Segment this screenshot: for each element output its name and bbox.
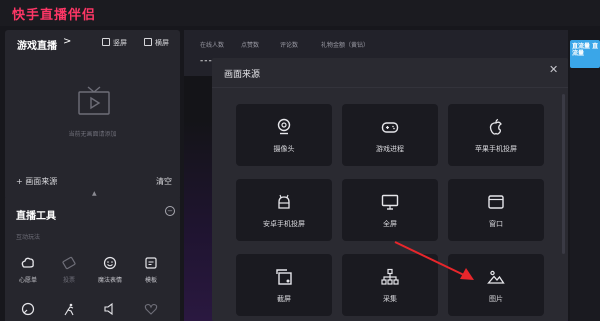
source-label: 图片 — [489, 295, 503, 303]
android-icon — [278, 194, 290, 209]
tool-wishlist[interactable]: 心愿单 — [10, 256, 46, 288]
tool-speaker[interactable] — [92, 302, 128, 321]
title-bar: 快手直播伴侣 — [0, 0, 600, 26]
runner-icon — [64, 303, 74, 316]
landscape-icon — [144, 38, 152, 46]
ticket-icon — [62, 256, 76, 270]
chevron-right-icon[interactable]: > — [63, 36, 71, 47]
source-tile-fullscreen[interactable]: 全屏 — [342, 179, 438, 241]
source-label: 游戏进程 — [376, 145, 404, 153]
source-dialog: 画面来源 ✕ 摄像头 游戏进程 苹果手机投屏 安卓手机投屏 全屏 窗口 截屏 采… — [212, 58, 568, 321]
collapse-up-icon[interactable]: ▲ — [92, 190, 97, 197]
landscape-label: 横屏 — [155, 39, 169, 47]
source-label: 窗口 — [489, 220, 503, 228]
live-panel: 游戏直播 > 竖屏 横屏 当前无画面请添加 + 画面来源 清空 ▲ — [5, 30, 180, 200]
live-mode-selector[interactable]: 游戏直播 — [17, 37, 57, 52]
add-source-button[interactable]: + 画面来源 — [16, 176, 57, 187]
app-window: 快手直播伴侣 游戏直播 > 竖屏 横屏 当前无画面请添加 + 画面来源 清空 ▲… — [0, 0, 600, 321]
image-icon — [487, 270, 505, 284]
source-tile-game[interactable]: 游戏进程 — [342, 104, 438, 166]
gamepad-icon — [381, 122, 399, 133]
gift-cloud-icon — [21, 257, 34, 268]
window-icon — [488, 195, 504, 209]
tool-runner[interactable] — [51, 302, 87, 321]
promo-banner[interactable]: 直流量 直流量 — [570, 40, 600, 68]
tool-label: 模板 — [144, 277, 157, 284]
source-tile-camera[interactable]: 摄像头 — [236, 104, 332, 166]
live-tools-panel: 直播工具 − 互动玩法 心愿单 投票 魔法表情 模板 — [5, 198, 180, 321]
right-sidebar — [570, 70, 600, 321]
portrait-label: 竖屏 — [113, 39, 127, 47]
dialog-header: 画面来源 ✕ — [212, 58, 568, 88]
tool-label: 心愿单 — [18, 277, 37, 284]
source-label: 苹果手机投屏 — [475, 145, 517, 153]
empty-scene: 当前无画面请添加 — [5, 86, 180, 176]
source-tile-window[interactable]: 窗口 — [448, 179, 544, 241]
source-tile-android[interactable]: 安卓手机投屏 — [236, 179, 332, 241]
comments-count-label: 评论数 — [280, 42, 299, 49]
dialog-title: 画面来源 — [224, 70, 261, 80]
portrait-icon — [102, 38, 110, 46]
tool-search[interactable] — [10, 302, 46, 321]
smiley-icon — [103, 256, 117, 270]
source-label: 全屏 — [383, 220, 397, 228]
tool-label: 魔法表情 — [97, 277, 122, 284]
landscape-button[interactable]: 横屏 — [144, 38, 169, 48]
tool-template[interactable]: 模板 — [133, 256, 169, 288]
portrait-button[interactable]: 竖屏 — [102, 38, 127, 48]
live-tools-title: 直播工具 — [16, 211, 56, 222]
screenshot-icon — [276, 269, 292, 285]
hierarchy-icon — [381, 268, 399, 285]
clear-button[interactable]: 清空 — [156, 176, 172, 187]
gift-amount-label: 礼物金额（黄钻） — [321, 42, 370, 49]
likes-count-label: 点赞数 — [241, 42, 260, 49]
webcam-icon — [277, 118, 291, 135]
apple-icon — [489, 118, 502, 135]
source-tile-capture[interactable]: 采集 — [342, 254, 438, 316]
source-label: 摄像头 — [273, 145, 295, 153]
tool-magic-emoji[interactable]: 魔法表情 — [92, 256, 128, 288]
online-count-label: 在线人数 — [200, 42, 225, 49]
empty-scene-text: 当前无画面请添加 — [68, 131, 117, 138]
tool-label: 投票 — [62, 277, 75, 284]
close-icon[interactable]: ✕ — [549, 63, 558, 76]
tv-icon — [78, 86, 110, 115]
source-tile-iphone[interactable]: 苹果手机投屏 — [448, 104, 544, 166]
tool-vote[interactable]: 投票 — [51, 256, 87, 288]
heart-icon — [144, 303, 158, 315]
template-icon — [145, 257, 157, 269]
promo-text: 直流量 直流量 — [572, 43, 599, 57]
speaker-icon — [104, 302, 113, 316]
source-label: 采集 — [383, 295, 397, 303]
source-tile-screenshot[interactable]: 截屏 — [236, 254, 332, 316]
online-count-value: --- — [200, 56, 213, 66]
source-label: 截屏 — [277, 295, 291, 303]
live-panel-header: 游戏直播 > 竖屏 横屏 — [5, 30, 180, 58]
search-icon — [21, 302, 35, 316]
minus-circle-icon[interactable]: − — [165, 206, 175, 216]
interactive-play-label: 互动玩法 — [16, 234, 41, 241]
tool-heart[interactable] — [133, 302, 169, 321]
app-title: 快手直播伴侣 — [12, 8, 97, 23]
source-tile-image[interactable]: 图片 — [448, 254, 544, 316]
source-label: 安卓手机投屏 — [263, 220, 305, 228]
monitor-icon — [381, 194, 399, 210]
dialog-scrollbar[interactable] — [562, 94, 565, 254]
